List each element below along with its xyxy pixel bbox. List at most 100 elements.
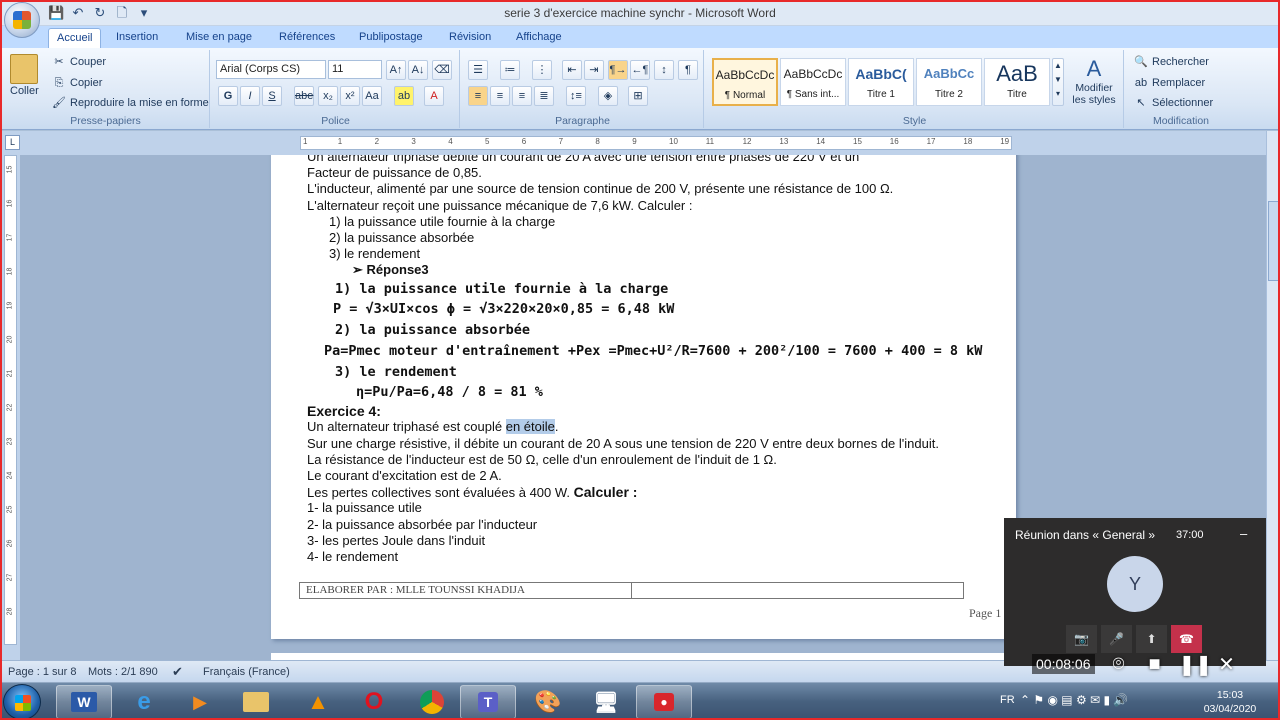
vertical-ruler[interactable]: 15 16 17 18 19 20 21 22 23 24 25 26 27 28	[0, 155, 20, 660]
change-case-icon[interactable]: Aa	[362, 86, 382, 106]
tab-mise-en-page[interactable]: Mise en page	[178, 28, 260, 48]
align-center-icon[interactable]: ≡	[490, 86, 510, 106]
font-group: Arial (Corps CS) 11 A↑ A↓ ⌫ G I S abe x₂…	[212, 50, 460, 128]
input-language[interactable]: FR	[1000, 694, 1015, 706]
document-body[interactable]: Un alternateur triphasé débite un couran…	[307, 155, 1007, 565]
minimize-call-button[interactable]: –	[1240, 526, 1247, 541]
paste-button[interactable]: Coller	[10, 54, 39, 97]
borders-icon[interactable]: ⊞	[628, 86, 648, 106]
taskbar-chrome[interactable]	[404, 685, 460, 719]
selected-text[interactable]: en étoile	[505, 419, 555, 435]
tab-accueil[interactable]: Accueil	[48, 28, 102, 48]
spellcheck-icon[interactable]: ✔	[172, 664, 183, 680]
next-page[interactable]	[271, 653, 1016, 660]
window-title: serie 3 d'exercice machine synchr - Micr…	[504, 6, 776, 20]
pause-icon[interactable]: ❚❚	[1179, 652, 1213, 677]
shrink-font-icon[interactable]: A↓	[408, 60, 428, 80]
styles-scroll-icon[interactable]: ▲ ▼ ▾	[1052, 58, 1064, 106]
page-number: Page 1	[969, 606, 1002, 620]
font-name-select[interactable]: Arial (Corps CS)	[216, 60, 326, 79]
taskbar-recorder[interactable]: ●	[636, 685, 692, 719]
change-styles-button[interactable]: A Modifier les styles	[1068, 56, 1120, 106]
justify-icon[interactable]: ≣	[534, 86, 554, 106]
multilevel-list-icon[interactable]: ⋮	[532, 60, 552, 80]
paint-icon: 🎨	[534, 689, 562, 714]
ruler-number: 19	[1000, 137, 1010, 146]
system-clock[interactable]: 15:03 03/04/2020	[1196, 688, 1264, 716]
highlight-icon[interactable]: ab	[394, 86, 414, 106]
numbering-icon[interactable]: ≔	[500, 60, 520, 80]
format-painter-label: Reproduire la mise en forme	[70, 97, 209, 109]
taskbar-ie[interactable]: e	[116, 685, 172, 719]
sort-icon[interactable]: ↕	[654, 60, 674, 80]
font-color-icon[interactable]: A	[424, 86, 444, 106]
line-spacing-icon[interactable]: ↕≡	[566, 86, 586, 106]
ltr-icon[interactable]: ¶→	[608, 60, 628, 80]
tray-icons[interactable]: ⌃ ⚑ ◉ ▤ ⚙ ✉ ▮ 🔊	[1020, 693, 1128, 707]
style-titre2[interactable]: AaBbCc Titre 2	[916, 58, 982, 106]
language[interactable]: Français (France)	[203, 666, 290, 678]
replace-button[interactable]: ab Remplacer	[1134, 76, 1205, 90]
tab-publipostage[interactable]: Publipostage	[351, 28, 431, 48]
ruler-number: 1	[303, 137, 308, 146]
scrollbar-thumb[interactable]	[1268, 201, 1279, 281]
grow-font-icon[interactable]: A↑	[386, 60, 406, 80]
bullets-icon[interactable]: ☰	[468, 60, 488, 80]
tab-affichage[interactable]: Affichage	[508, 28, 570, 48]
taskbar-media[interactable]: ▶	[172, 685, 228, 719]
increase-indent-icon[interactable]: ⇥	[584, 60, 604, 80]
select-button[interactable]: ↖ Sélectionner	[1134, 96, 1213, 110]
bold-icon[interactable]: G	[218, 86, 238, 106]
tab-selector-icon[interactable]: L	[5, 135, 20, 150]
subscript-icon[interactable]: x₂	[318, 86, 338, 106]
taskbar-teams[interactable]: T	[460, 685, 516, 719]
style-name: Titre	[1007, 89, 1027, 100]
style-name: ¶ Normal	[724, 90, 766, 101]
word-count[interactable]: Mots : 2/1 890	[88, 666, 158, 678]
taskbar-computer[interactable]: 🖥	[578, 685, 634, 719]
italic-icon[interactable]: I	[240, 86, 260, 106]
windows-logo-icon	[15, 695, 31, 711]
strikethrough-icon[interactable]: abe	[294, 86, 314, 106]
tab-references[interactable]: Références	[271, 28, 343, 48]
page-count[interactable]: Page : 1 sur 8	[8, 666, 77, 678]
close-icon[interactable]: ✕	[1215, 652, 1239, 677]
stop-icon[interactable]: ■	[1143, 653, 1167, 676]
align-left-icon[interactable]: ≡	[468, 86, 488, 106]
taskbar-paint[interactable]: 🎨	[520, 685, 576, 719]
format-painter-button[interactable]: 🖌 Reproduire la mise en forme	[52, 96, 209, 110]
taskbar-explorer[interactable]	[228, 685, 284, 719]
copy-button[interactable]: ⎘ Copier	[52, 76, 103, 90]
taskbar-opera[interactable]: O	[346, 685, 402, 719]
rtl-icon[interactable]: ←¶	[630, 60, 650, 80]
tab-insertion[interactable]: Insertion	[108, 28, 166, 48]
show-marks-icon[interactable]: ¶	[678, 60, 698, 80]
style-titre1[interactable]: AaBbC(Titre 1	[848, 58, 914, 106]
vertical-scrollbar[interactable]	[1266, 131, 1280, 660]
align-right-icon[interactable]: ≡	[512, 86, 532, 106]
style-normal[interactable]: AaBbCcDc ¶ Normal	[712, 58, 778, 106]
find-button[interactable]: 🔍 Rechercher	[1134, 55, 1209, 69]
taskbar-word[interactable]: W	[56, 685, 112, 719]
tab-revision[interactable]: Révision	[441, 28, 499, 48]
clear-format-icon[interactable]: ⌫	[432, 60, 452, 80]
style-sans-interligne[interactable]: AaBbCcDc ¶ Sans int...	[780, 58, 846, 106]
camera-icon[interactable]: ⌾	[1107, 653, 1131, 676]
horizontal-ruler[interactable]: L 1 1 2 3 4 5 6 7 8 9 10 11 12 13 14 15 16 17 18 19	[0, 131, 1280, 155]
office-button[interactable]	[4, 2, 40, 38]
underline-icon[interactable]: S	[262, 86, 282, 106]
font-group-label: Police	[321, 115, 350, 127]
ex4-intro-end: .	[554, 419, 559, 435]
taskbar-vlc[interactable]: ▲	[290, 685, 346, 719]
style-titre[interactable]: AaB Titre	[984, 58, 1050, 106]
superscript-icon[interactable]: x²	[340, 86, 360, 106]
folder-icon	[243, 692, 269, 712]
document-page[interactable]: Un alternateur triphasé débite un couran…	[271, 155, 1016, 639]
question-line: 3- les pertes Joule dans l'induit	[307, 532, 486, 548]
start-button[interactable]	[3, 684, 41, 720]
cut-button[interactable]: ✂ Couper	[52, 55, 106, 69]
font-size-select[interactable]: 11	[328, 60, 382, 79]
shading-icon[interactable]: ◈	[598, 86, 618, 106]
decrease-indent-icon[interactable]: ⇤	[562, 60, 582, 80]
editing-group: 🔍 Rechercher ab Remplacer ↖ Sélectionner Mo…	[1126, 50, 1236, 128]
